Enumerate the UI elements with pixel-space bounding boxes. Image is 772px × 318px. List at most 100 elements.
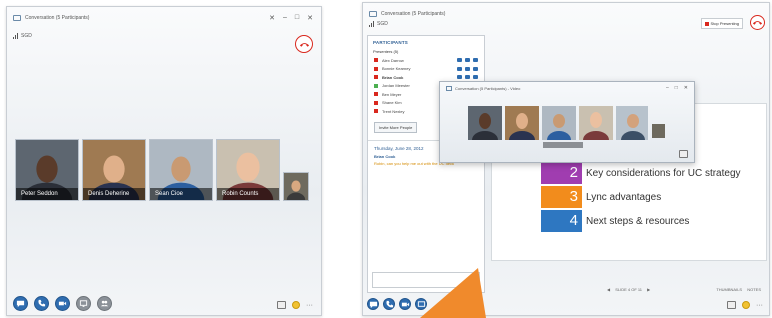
participant-name: Alex Darrow bbox=[382, 57, 404, 63]
participants-header: PARTICIPANTS bbox=[373, 40, 408, 45]
left-conversation-window: Conversation (5 Participants) ✕ – □ ✕ SG… bbox=[6, 6, 322, 316]
participant-name: Sean Cioe bbox=[150, 188, 212, 200]
participant-name: Peter Seddon bbox=[16, 188, 78, 200]
participant-modalities bbox=[457, 58, 478, 63]
video-tile[interactable]: Robin Counts bbox=[216, 139, 280, 201]
hangup-button[interactable] bbox=[295, 35, 313, 53]
participants-button[interactable] bbox=[97, 296, 112, 311]
presenters-group-label[interactable]: Presenters (5) bbox=[368, 47, 484, 56]
video-close-button[interactable]: ✕ bbox=[684, 85, 688, 91]
chat-bubble-icon bbox=[369, 301, 377, 308]
video-window-icon bbox=[446, 85, 452, 91]
notes-toggle[interactable]: NOTES bbox=[747, 287, 761, 292]
participant-name: Shane Kim bbox=[382, 100, 402, 106]
stop-presenting-button[interactable]: Stop Presenting bbox=[700, 18, 743, 29]
self-video-icon bbox=[284, 173, 308, 200]
slide-item-text: Key considerations for UC strategy bbox=[586, 167, 741, 179]
video-icon bbox=[58, 301, 67, 306]
participant-modalities bbox=[457, 66, 478, 71]
stop-icon bbox=[704, 21, 709, 26]
self-view-thumbnail[interactable] bbox=[283, 172, 309, 201]
video-popup-window: Conversation (5 Participants) - Video – … bbox=[439, 81, 695, 163]
video-icon bbox=[401, 302, 409, 306]
video-minimize-button[interactable]: – bbox=[666, 85, 669, 91]
left-window-controls: ✕ – □ ✕ bbox=[269, 14, 313, 22]
popout-button[interactable]: ✕ bbox=[269, 14, 275, 22]
participants-panel: PARTICIPANTS Presenters (5) Alex Darrow … bbox=[367, 35, 485, 293]
signal-bars-icon bbox=[13, 33, 18, 39]
hangup-icon bbox=[752, 21, 763, 25]
video-popup-title: Conversation (5 Participants) - Video bbox=[455, 85, 521, 91]
close-button[interactable]: ✕ bbox=[307, 14, 313, 22]
present-button[interactable] bbox=[76, 296, 91, 311]
more-options-icon[interactable]: ··· bbox=[756, 302, 763, 309]
devices-icon[interactable] bbox=[277, 301, 286, 309]
hangup-icon bbox=[299, 42, 309, 47]
self-view-thumbnail[interactable] bbox=[652, 124, 665, 138]
participant-row[interactable]: Bonnie Kearney bbox=[368, 65, 484, 74]
thumbnails-toggle[interactable]: THUMBNAILS bbox=[716, 287, 742, 292]
phone-icon bbox=[385, 300, 393, 307]
phone-icon bbox=[38, 299, 46, 307]
hangup-button[interactable] bbox=[750, 15, 765, 30]
signal-indicator: SGD bbox=[369, 21, 388, 27]
chat-button[interactable] bbox=[367, 298, 379, 310]
slide-item-text: Lync advantages bbox=[586, 191, 662, 203]
video-maximize-button[interactable]: □ bbox=[675, 85, 678, 91]
slide-item: 2 Key considerations for UC strategy bbox=[541, 162, 741, 184]
video-tile[interactable]: Peter Seddon bbox=[15, 139, 79, 201]
prev-slide-icon[interactable]: ◀ bbox=[607, 287, 610, 292]
more-options-icon[interactable]: ··· bbox=[306, 302, 313, 309]
presence-icon bbox=[374, 92, 378, 97]
slide-item-number: 2 bbox=[541, 162, 582, 184]
next-slide-icon[interactable]: ▶ bbox=[647, 287, 650, 292]
phone-button[interactable] bbox=[383, 298, 395, 310]
participant-row[interactable]: Alex Darrow bbox=[368, 56, 484, 65]
signal-label: SGD bbox=[21, 33, 32, 39]
participant-modalities bbox=[457, 75, 478, 80]
participant-name: Ben Meyer bbox=[382, 91, 402, 97]
video-tile[interactable]: Sean Cioe bbox=[149, 139, 213, 201]
video-tile[interactable]: Denis Deherine bbox=[82, 139, 146, 201]
slide-view-toggles: THUMBNAILS NOTES bbox=[716, 287, 761, 292]
video-popup-titlebar: Conversation (5 Participants) - Video – … bbox=[440, 82, 694, 94]
conversation-icon bbox=[369, 11, 377, 17]
slide-item-number: 3 bbox=[541, 186, 582, 208]
left-call-controls bbox=[13, 296, 112, 311]
signal-indicator: SGD bbox=[13, 33, 32, 39]
participants-icon bbox=[100, 300, 109, 307]
slide-pager[interactable]: ◀ SLIDE 4 OF 11 ▶ bbox=[607, 287, 650, 292]
participant-name: Bonnie Kearney bbox=[382, 66, 411, 72]
chat-bubble-icon bbox=[16, 300, 25, 308]
minimize-button[interactable]: – bbox=[283, 14, 287, 22]
phone-button[interactable] bbox=[34, 296, 49, 311]
video-thumb-4 bbox=[579, 106, 613, 140]
maximize-button[interactable]: □ bbox=[295, 14, 299, 22]
chat-button[interactable] bbox=[13, 296, 28, 311]
participant-name: Denis Deherine bbox=[83, 188, 145, 200]
smiley-icon[interactable] bbox=[742, 301, 750, 309]
signal-label: SGD bbox=[377, 21, 388, 27]
right-call-controls bbox=[367, 298, 427, 310]
video-gallery-strip bbox=[468, 106, 648, 140]
smiley-icon[interactable] bbox=[292, 301, 300, 309]
video-thumb-5 bbox=[616, 106, 648, 140]
filmstrip-indicator[interactable] bbox=[543, 142, 583, 148]
screen-share-icon bbox=[79, 300, 88, 307]
signal-bars-icon bbox=[369, 21, 374, 27]
right-window-title: Conversation (5 Participants) bbox=[381, 11, 446, 17]
participant-name: Brian Cook bbox=[382, 74, 404, 80]
participant-name: Trent Nexley bbox=[382, 108, 405, 114]
video-button[interactable] bbox=[55, 296, 70, 311]
popup-devices-icon[interactable] bbox=[679, 150, 688, 158]
devices-icon[interactable] bbox=[727, 301, 736, 309]
slide-item-text: Next steps & resources bbox=[586, 215, 690, 227]
video-button[interactable] bbox=[399, 298, 411, 310]
invite-more-people-button[interactable]: Invite More People bbox=[374, 121, 418, 133]
presence-icon bbox=[374, 83, 378, 88]
presence-icon bbox=[374, 58, 378, 63]
pointer-arrow-icon bbox=[420, 268, 486, 318]
slide-item-number: 4 bbox=[541, 210, 582, 232]
video-thumb-3 bbox=[542, 106, 576, 140]
presence-icon bbox=[374, 75, 378, 80]
